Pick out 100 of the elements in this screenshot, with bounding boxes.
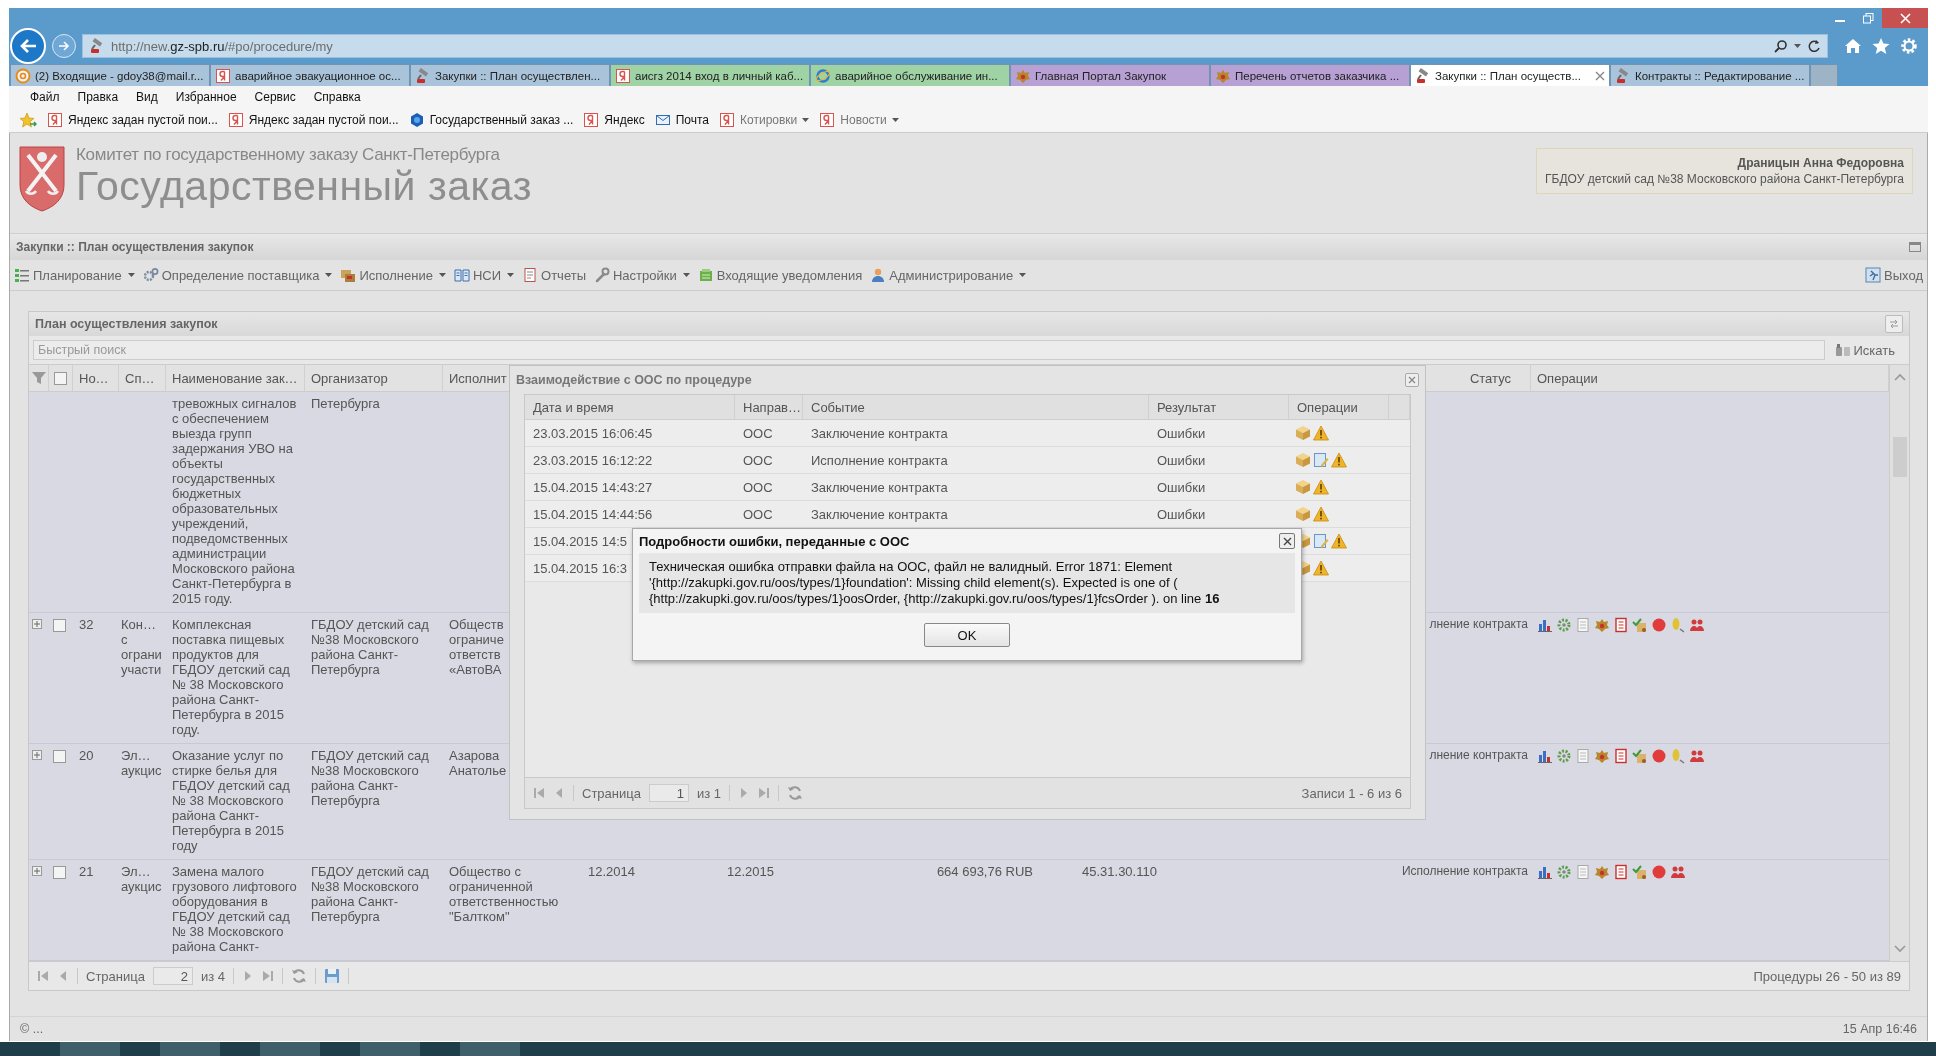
browser-tab[interactable]: аварийное обслуживание ин... [810, 64, 1010, 86]
column-header[interactable]: Направ… [743, 399, 802, 415]
page-field[interactable]: 2 [152, 967, 193, 985]
toolbar-menu[interactable]: Определение поставщика [142, 267, 333, 283]
browser-tab[interactable]: Закупки :: План осуществ... [1410, 64, 1610, 86]
table-cell: Ошибки [1157, 452, 1206, 468]
table-cell: 12.2015 [727, 864, 774, 879]
toolbar-menu[interactable]: НСИ [453, 267, 515, 283]
column-header[interactable]: Сп… [125, 370, 155, 386]
table-cell: 12.2014 [588, 864, 635, 879]
dialog-title: Взаимодействие с ООС по процедуре [516, 373, 752, 387]
table-cell: лнение контракта [1429, 617, 1528, 631]
column-header[interactable]: Статус [1469, 370, 1511, 386]
page-count: из 1 [696, 785, 721, 801]
browser-tab[interactable]: Перечень отчетов заказчика ... [1210, 64, 1410, 86]
toolbar-menu[interactable]: Входящие уведомления [697, 267, 863, 283]
table-cell: 15.04.2015 14:43:27 [533, 479, 653, 495]
table-cell: Эл… аукцис [121, 748, 162, 778]
table-cell: Ошибки [1157, 425, 1206, 441]
browser-tab[interactable]: Контракты :: Редактирование ... [1610, 64, 1810, 86]
panel-title: План осуществления закупок [35, 317, 218, 331]
browser-tab[interactable]: Закупки :: План осуществлен... [410, 64, 610, 86]
column-header[interactable]: Операции [1537, 370, 1598, 386]
table-cell: 15.04.2015 14:5 [533, 533, 627, 549]
table-cell: ООС [743, 452, 773, 468]
menu-item[interactable]: Сервис [245, 90, 305, 104]
browser-tab[interactable]: аисгз 2014 вход в личный каб... [610, 64, 810, 86]
table-cell: ГБДОУ детский сад №38 Московского района Санкт- Петербурга [311, 748, 429, 808]
table-cell: Эл… аукцис [121, 864, 162, 894]
toolbar-menu[interactable]: Исполнение [340, 267, 446, 283]
favorite-link[interactable]: Яндекс [583, 112, 645, 128]
page-label: Страница [86, 968, 145, 984]
user-organization: ГБДОУ детский сад №38 Московского района Санкт-Петербурга [1545, 171, 1904, 187]
column-header[interactable]: Событие [811, 399, 865, 415]
table-cell: Обществ ограниче ответств «АвтоВА [449, 617, 504, 677]
table-cell: Исполнение контракта [1401, 864, 1528, 878]
page-count: из 4 [200, 968, 225, 984]
page-field[interactable]: 1 [648, 784, 689, 802]
column-header[interactable]: Организатор [311, 370, 388, 386]
menu-item[interactable]: Справка [304, 90, 370, 104]
column-header[interactable]: Наименование зак… [172, 370, 298, 386]
menu-item[interactable]: Файл [21, 90, 69, 104]
menu-item[interactable]: Вид [127, 90, 167, 104]
column-header[interactable]: Дата и время [533, 399, 614, 415]
toolbar-menu[interactable]: Настройки [594, 267, 690, 283]
table-cell: Заключение контракта [811, 479, 948, 495]
favorite-link[interactable]: Котировки [719, 112, 810, 128]
ok-button[interactable]: OK [924, 623, 1010, 647]
table-cell: 20 [79, 748, 94, 763]
table-cell: ГБДОУ детский сад №38 Московского района Санкт- Петербурга [311, 864, 429, 924]
table-cell: ООС [743, 425, 773, 441]
table-cell: Заключение контракта [811, 425, 948, 441]
table-cell: лнение контракта [1429, 748, 1528, 762]
user-name: Драницын Анна Федоровна [1736, 155, 1904, 171]
table-cell: 664 693,76 RUB [936, 864, 1033, 879]
menu-item[interactable]: Избранное [166, 90, 246, 104]
favorite-link[interactable]: Почта [654, 112, 710, 128]
table-cell: Кон… с ограни участи [121, 617, 162, 677]
table-cell: 23.03.2015 16:06:45 [533, 425, 653, 441]
record-count: Записи 1 - 6 из 6 [1301, 785, 1402, 801]
favorite-link[interactable]: Новости [819, 112, 899, 128]
copyright-text: © ... [20, 1022, 44, 1036]
column-header[interactable]: Но… [79, 370, 109, 386]
column-header[interactable]: Исполнит [449, 370, 507, 386]
record-count: Процедуры 26 - 50 из 89 [1753, 968, 1901, 984]
table-cell: Петербурга [311, 396, 380, 411]
column-header[interactable]: Операции [1297, 399, 1358, 415]
favorite-link[interactable]: Яндекс задан пустой пои... [227, 112, 399, 128]
organization-name: Комитет по государственному заказу Санкт-Петербурга [76, 145, 501, 165]
menu-item[interactable]: Правка [68, 90, 128, 104]
table-cell: Комплексная поставка пищевых продуктов для ГБДОУ детский сад № 38 Московского района Санкт- Петербурга в 2015 году. [172, 617, 290, 737]
error-message: Техническая ошибка отправки файла на ООС, файл не валидный. Error 1871: Element '{http://zakupki.gov.ru/oos/types/1}foundation': Missing child element(s). Expected is one of ( {http://zakupki.gov.ru/oos/types/1}oosOrder, {http://zakupki.gov.ru/oos/types/1}fcsOrder ). on line 16 [639, 553, 1295, 613]
column-header[interactable]: Результат [1157, 399, 1217, 415]
search-field[interactable]: Быстрый поиск [33, 340, 1825, 360]
table-cell: тревожных сигналов с обеспечением выезда групп задержания УВО на объекты государственных бюджетных образовательных учреждений, подведомственных администрации Московского района Санкт-Петербурга в 2015 году. [172, 396, 297, 606]
table-cell: Оказание услуг по стирке белья для ГБДОУ детский сад № 38 Московского района Санкт- Петербурга в 2015 году [172, 748, 290, 853]
favorite-link[interactable]: Яндекс задан пустой пои... [47, 112, 218, 128]
table-cell: 45.31.30.110 [1082, 864, 1157, 879]
favorite-link[interactable]: Государственный заказ ... [408, 112, 574, 128]
table-cell: 15.04.2015 16:3 [533, 560, 627, 576]
browser-tab[interactable]: аварийное эвакуационное ос... [210, 64, 410, 86]
table-cell: Исполнение контракта [811, 452, 948, 468]
table-cell: ООС [743, 506, 773, 522]
table-cell: Ошибки [1157, 479, 1206, 495]
logout-button[interactable]: Выход [1865, 267, 1923, 283]
browser-tab[interactable]: (2) Входящие - gdoy38@mail.r... [10, 64, 210, 86]
site-title: Государственный заказ [76, 165, 532, 207]
table-cell: 32 [79, 617, 94, 632]
table-cell: 15.04.2015 14:44:56 [533, 506, 653, 522]
table-cell: Заключение контракта [811, 506, 948, 522]
toolbar-menu[interactable]: Администрирование [870, 267, 1027, 283]
table-cell: Азарова Анатолье [449, 748, 507, 778]
toolbar-menu[interactable]: Отчеты [522, 267, 586, 283]
table-cell: ООС [743, 479, 773, 495]
toolbar-menu[interactable]: Планирование [14, 267, 135, 283]
search-button[interactable]: Искать [1830, 342, 1905, 358]
page-title: Закупки :: План осуществления закупок [16, 240, 254, 254]
clock-text: 15 Апр 16:46 [1842, 1022, 1917, 1036]
browser-tab[interactable]: Главная Портал Закупок [1010, 64, 1210, 86]
address-field[interactable]: http://new.gz-spb.ru/#po/procedure/my [82, 34, 1828, 58]
